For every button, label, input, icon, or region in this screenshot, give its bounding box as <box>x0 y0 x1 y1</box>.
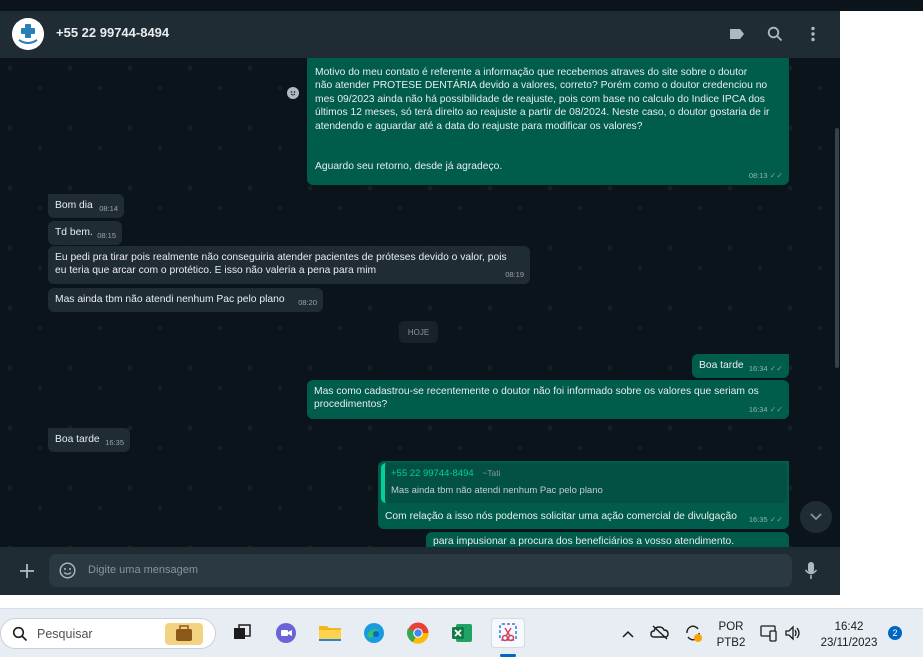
search-icon[interactable] <box>765 24 785 44</box>
quoted-author-alias: ~Tati <box>482 468 501 478</box>
message-meta: 08:19 <box>505 268 524 281</box>
double-check-icon: ✓✓ <box>769 363 783 373</box>
task-view-icon[interactable] <box>227 618 257 648</box>
message-text: Eu pedi pra tirar pois realmente não con… <box>55 252 507 277</box>
message-bubble-outgoing[interactable]: Mas como cadastrou-se recentemente o dou… <box>307 380 789 419</box>
language-indicator[interactable]: POR PTB2 <box>712 619 750 651</box>
phone-link-icon[interactable] <box>760 624 778 647</box>
teams-chat-icon[interactable] <box>271 618 301 648</box>
desktop-background <box>840 0 923 608</box>
clock[interactable]: 16:42 23/11/2023 <box>812 619 886 651</box>
message-meta: 08:13 ✓✓ <box>749 169 783 182</box>
contact-name[interactable]: +55 22 99744-8494 <box>56 25 169 40</box>
message-time: 16:35 <box>748 514 768 524</box>
sync-warning-icon[interactable] <box>683 623 703 648</box>
excel-icon[interactable] <box>447 618 477 648</box>
emoji-icon[interactable] <box>59 562 76 579</box>
message-meta: 16:34 ✓✓ <box>749 403 783 416</box>
volume-icon[interactable] <box>784 624 802 647</box>
emoji-reaction-icon[interactable] <box>287 87 299 99</box>
quoted-message[interactable]: +55 22 99744-8494 ~Tati Mas ainda tbm nã… <box>381 463 787 503</box>
message-time: 16:34 <box>748 404 768 414</box>
clock-time: 16:42 <box>834 621 864 633</box>
message-input-placeholder: Digite uma mensagem <box>88 564 199 576</box>
label-icon[interactable] <box>727 24 747 44</box>
message-time: 08:20 <box>298 297 317 307</box>
snipping-tool-icon[interactable] <box>491 618 525 648</box>
message-time: 16:34 <box>748 363 768 373</box>
whatsapp-window: +55 22 99744-8494 Motivo do meu contato … <box>0 0 840 595</box>
quoted-author-line: +55 22 99744-8494 ~Tati <box>391 468 501 479</box>
windows-taskbar: Pesquisar POR PTB2 16:42 23/11/2023 2 <box>0 608 923 657</box>
message-meta: 16:34 ✓✓ <box>749 362 783 375</box>
message-meta: 16:35 <box>105 436 124 449</box>
chat-header[interactable]: +55 22 99744-8494 <box>0 11 840 58</box>
chevron-up-icon[interactable] <box>621 626 635 644</box>
double-check-icon: ✓✓ <box>769 404 783 414</box>
message-meta: 08:15 <box>97 229 116 242</box>
date-divider: HOJE <box>399 321 438 343</box>
message-time: 08:14 <box>99 203 118 213</box>
message-input[interactable]: Digite uma mensagem <box>49 554 792 587</box>
message-text: Com relação a isso nós podemos solicitar… <box>385 511 737 522</box>
composer: Digite uma mensagem <box>0 547 840 595</box>
chrome-browser-icon[interactable] <box>403 618 433 648</box>
message-time: 08:13 <box>748 170 768 180</box>
message-bubble-incoming[interactable]: Boa tarde 16:35 <box>48 428 130 452</box>
file-explorer-icon[interactable] <box>315 618 345 648</box>
taskbar-search[interactable]: Pesquisar <box>0 618 216 649</box>
clock-date: 23/11/2023 <box>820 637 878 649</box>
double-check-icon: ✓✓ <box>769 514 783 524</box>
briefcase-icon <box>165 623 203 645</box>
message-text: Motivo do meu contato é referente a info… <box>315 67 770 172</box>
keyboard-layout: PTB2 <box>716 637 746 649</box>
reply-message-body: Com relação a isso nós podemos solicitar… <box>385 510 785 528</box>
scrollbar[interactable] <box>835 128 839 368</box>
message-bubble-incoming[interactable]: Eu pedi pra tirar pois realmente não con… <box>48 246 530 284</box>
search-icon <box>12 626 28 642</box>
taskbar-search-label: Pesquisar <box>37 627 93 641</box>
scroll-down-button[interactable] <box>800 501 832 533</box>
message-text: Mas ainda tbm não atendi nenhum Pac pelo… <box>55 294 285 305</box>
message-time: 08:15 <box>97 230 116 240</box>
double-check-icon: ✓✓ <box>769 170 783 180</box>
language-code: POR <box>718 621 744 633</box>
message-bubble-incoming[interactable]: Td bem. 08:15 <box>48 221 122 245</box>
message-meta: 16:35 ✓✓ <box>749 513 783 526</box>
message-time: 08:19 <box>505 269 524 279</box>
message-time: 16:35 <box>105 437 124 447</box>
message-meta: 08:14 <box>99 202 118 215</box>
attach-plus-icon[interactable] <box>18 562 36 580</box>
quoted-author: +55 22 99744-8494 <box>391 468 474 479</box>
message-bubble-outgoing[interactable]: Motivo do meu contato é referente a info… <box>307 58 789 185</box>
contact-avatar[interactable] <box>12 18 44 50</box>
message-meta: 08:20 <box>298 296 317 309</box>
edge-browser-icon[interactable] <box>359 618 389 648</box>
message-text: Mas como cadastrou-se recentemente o dou… <box>314 386 759 411</box>
microphone-icon[interactable] <box>804 561 822 581</box>
onedrive-offline-icon[interactable] <box>650 624 670 645</box>
message-bubble-incoming[interactable]: Bom dia 08:14 <box>48 194 124 218</box>
quoted-text: Mas ainda tbm não atendi nenhum Pac pelo… <box>391 485 603 496</box>
notification-badge[interactable]: 2 <box>888 626 902 640</box>
menu-icon[interactable] <box>803 24 823 44</box>
message-bubble-incoming[interactable]: Mas ainda tbm não atendi nenhum Pac pelo… <box>48 288 323 312</box>
chevron-down-icon <box>810 513 822 521</box>
window-edge <box>840 0 923 11</box>
message-bubble-outgoing[interactable]: Boa tarde 16:34 ✓✓ <box>692 354 789 378</box>
